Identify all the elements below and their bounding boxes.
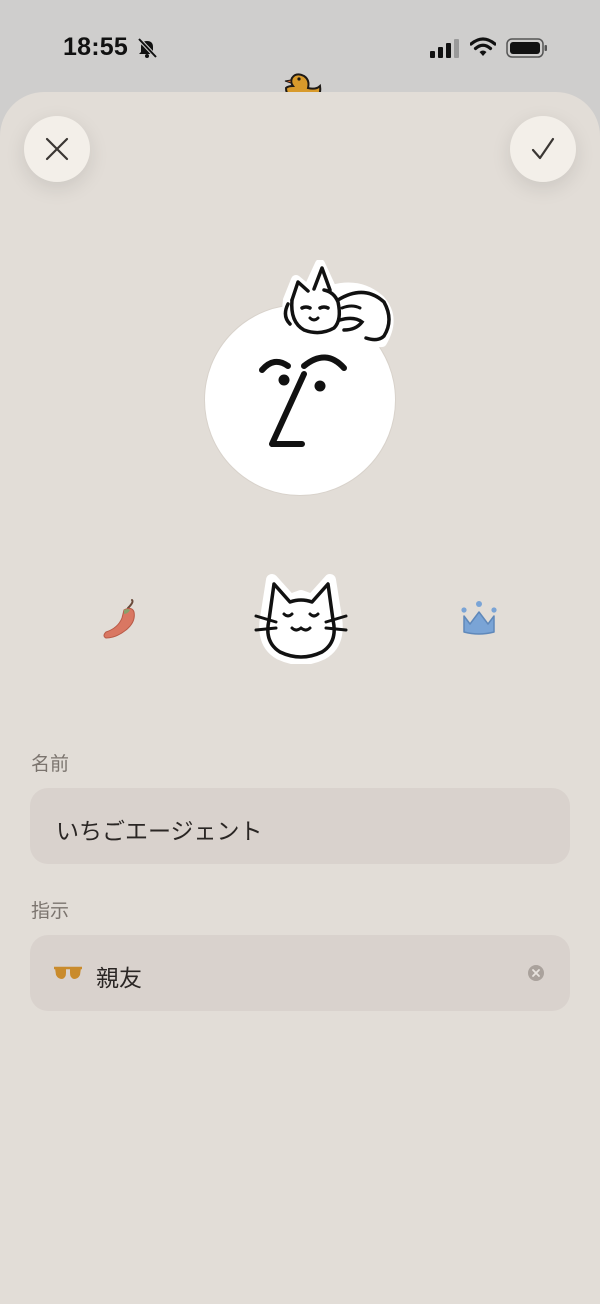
close-icon [45, 137, 69, 161]
status-bar: 18:55 [0, 0, 600, 100]
cellular-signal-icon [430, 39, 459, 58]
instruction-value: 親友 [96, 966, 142, 992]
name-field[interactable]: いちごエージェント [30, 788, 570, 864]
instruction-label: 指示 [31, 900, 70, 922]
wifi-icon [470, 37, 496, 56]
status-time: 18:55 [63, 33, 128, 61]
close-button[interactable] [24, 116, 90, 182]
bell-slash-icon [137, 37, 158, 59]
confirm-button[interactable] [510, 116, 576, 182]
instruction-field[interactable]: 親友 [30, 935, 570, 1011]
lying-cat-icon [282, 260, 394, 349]
glasses-icon [54, 966, 82, 979]
battery-icon [506, 38, 547, 58]
edit-agent-sheet: 名前 いちごエージェント 指示 親友 [0, 92, 600, 1304]
name-value: いちごエージェント [56, 819, 263, 845]
sticker-picker [0, 572, 600, 672]
crown-icon[interactable] [458, 598, 500, 638]
chili-pepper-icon[interactable] [98, 598, 142, 642]
checkmark-icon [531, 137, 555, 160]
cat-face-icon[interactable] [252, 572, 350, 664]
name-label: 名前 [31, 753, 70, 775]
smiling-face-icon [259, 354, 347, 447]
clear-icon[interactable] [527, 964, 545, 982]
